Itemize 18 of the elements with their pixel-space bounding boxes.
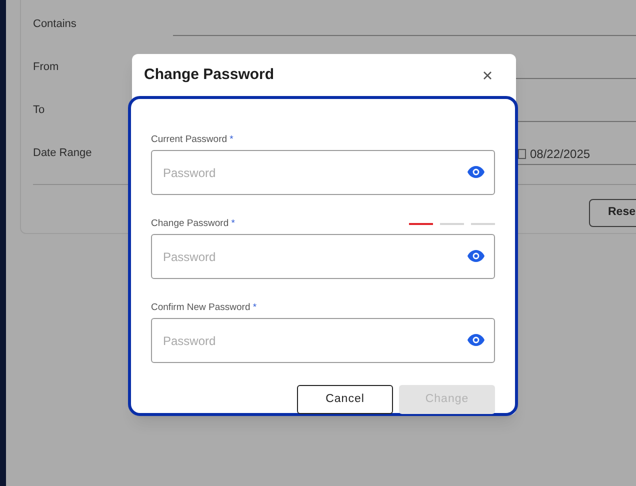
filter-label: To [33,102,46,118]
password-field[interactable]: Password [151,318,495,363]
reset-button[interactable]: Rese [589,199,636,227]
password-field[interactable]: Password [151,234,495,279]
close-icon[interactable] [483,70,492,80]
eye-icon[interactable] [467,166,485,178]
date-value: 08/22/2025 [530,146,590,162]
calendar-icon[interactable] [518,148,526,159]
password-field[interactable]: Password [151,150,495,195]
cancel-button[interactable]: Cancel [297,385,393,414]
filter-label: Date Range [33,146,93,160]
eye-icon[interactable] [467,334,485,346]
filter-label: Contains [33,16,78,32]
field-label: Current Password * [151,132,234,147]
eye-icon[interactable] [467,250,485,262]
field-label: Confirm New Password * [151,300,257,315]
dialog-title: Change Password [144,64,274,85]
field-label: Change Password * [151,216,235,231]
